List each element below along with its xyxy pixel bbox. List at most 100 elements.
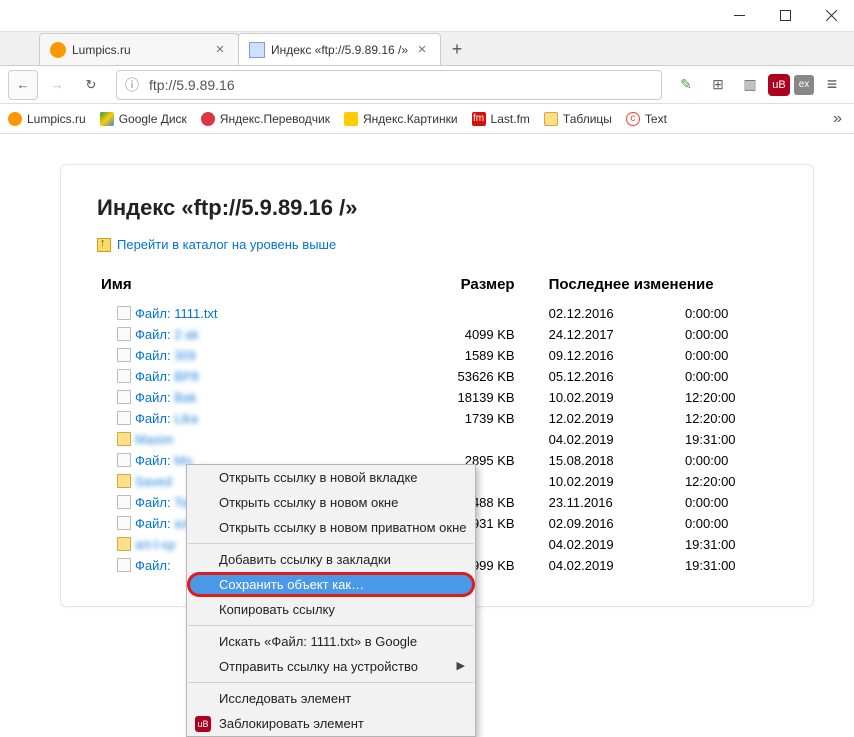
file-icon [117,558,131,572]
forward-button[interactable]: → [42,70,72,100]
file-date: 04.02.2019 [519,555,681,576]
table-row: Файл: 2 ak4099 KB24.12.20170:00:00 [97,324,777,345]
folder-icon [117,537,131,551]
file-size: 1589 KB [423,345,518,366]
file-icon [117,516,131,530]
file-link[interactable]: 1111.txt [174,306,217,321]
up-one-level-link[interactable]: Перейти в каталог на уровень выше [97,237,777,252]
file-time: 0:00:00 [681,450,777,471]
site-info-icon[interactable]: ⓘ [125,75,139,95]
bookmark-lumpics[interactable]: Lumpics.ru [8,112,86,126]
context-menu-item[interactable]: Заблокировать элементuB [187,711,475,736]
file-date: 09.12.2016 [519,345,681,366]
tab-lumpics[interactable]: Lumpics.ru × [39,33,239,65]
file-time: 0:00:00 [681,366,777,387]
file-date: 02.09.2016 [519,513,681,534]
file-size: 53626 KB [423,366,518,387]
url-bar[interactable]: ⓘ [116,70,662,100]
bookmark-label: Last.fm [491,112,530,126]
tab-title: Lumpics.ru [72,43,206,57]
reload-button[interactable]: ↻ [76,70,106,100]
file-link[interactable]: 309 [174,348,196,363]
tab-title: Индекс «ftp://5.9.89.16 /» [271,43,408,57]
bookmark-label: Таблицы [563,112,612,126]
file-label: Файл: [135,558,171,573]
column-size: Размер [423,270,518,303]
extension-icon[interactable]: ex [794,75,814,95]
context-menu-item[interactable]: Сохранить объект как… [187,572,475,597]
file-time: 19:31:00 [681,534,777,555]
ublock-icon: uB [195,716,211,732]
file-link[interactable]: art-l-sp [135,537,175,552]
grid-icon[interactable]: ⊞ [704,71,732,99]
context-menu-item[interactable]: Копировать ссылку [187,597,475,622]
context-menu-item[interactable]: Открыть ссылку в новой вкладке [187,465,475,490]
context-menu-item[interactable]: Искать «Файл: 1111.txt» в Google [187,629,475,654]
file-size: 18139 KB [423,387,518,408]
file-time: 0:00:00 [681,303,777,324]
bookmark-sheets[interactable]: Таблицы [544,112,612,126]
bookmark-lastfm[interactable]: fm Last.fm [472,112,530,126]
bookmark-label: Lumpics.ru [27,112,86,126]
context-menu-item[interactable]: Открыть ссылку в новом окне [187,490,475,515]
menu-button[interactable]: ≡ [818,71,846,99]
file-icon [117,306,131,320]
folder-icon [544,112,558,126]
tab-ftp-index[interactable]: Индекс «ftp://5.9.89.16 /» × [238,33,441,65]
file-link[interactable]: BP8 [174,369,199,384]
tab-favicon-icon [50,42,66,58]
file-link[interactable]: Lika [174,411,198,426]
file-link[interactable]: Saved [135,474,172,489]
bookmark-icon [100,112,114,126]
url-input[interactable] [149,77,653,93]
file-label: Файл: [135,516,174,531]
bookmark-label: Яндекс.Переводчик [220,112,330,126]
table-row: Maxim04.02.201919:31:00 [97,429,777,450]
back-button[interactable]: ← [8,70,38,100]
context-menu-item[interactable]: Открыть ссылку в новом приватном окне [187,515,475,540]
close-window-button[interactable] [808,0,854,32]
folder-icon [117,474,131,488]
window-controls [716,0,854,32]
bookmark-icon: c [626,112,640,126]
page-title: Индекс «ftp://5.9.89.16 /» [97,195,777,221]
maximize-button[interactable] [762,0,808,32]
evernote-icon[interactable]: ✎ [672,71,700,99]
file-time: 0:00:00 [681,492,777,513]
bookmark-icon [8,112,22,126]
library-icon[interactable]: ▥ [736,71,764,99]
file-date: 23.11.2016 [519,492,681,513]
bookmark-ytranslate[interactable]: Яндекс.Переводчик [201,112,330,126]
context-menu-item[interactable]: Добавить ссылку в закладки [187,547,475,572]
file-time: 19:31:00 [681,555,777,576]
context-menu-item[interactable]: Исследовать элемент [187,686,475,711]
minimize-button[interactable] [716,0,762,32]
column-modified: Последнее изменение [519,270,777,303]
file-time: 12:20:00 [681,408,777,429]
file-date: 02.12.2016 [519,303,681,324]
file-time: 19:31:00 [681,429,777,450]
close-tab-icon[interactable]: × [414,42,430,58]
ublock-icon[interactable]: uB [768,74,790,96]
file-link[interactable]: Bak [174,390,196,405]
file-link[interactable]: 2 ak [174,327,199,342]
navigation-toolbar: ← → ↻ ⓘ ✎ ⊞ ▥ uB ex ≡ [0,66,854,104]
bookmark-label: Text [645,112,667,126]
file-date: 12.02.2019 [519,408,681,429]
up-link-label: Перейти в каталог на уровень выше [117,237,336,252]
new-tab-button[interactable]: + [441,33,473,65]
file-link[interactable]: Maxim [135,432,173,447]
file-date: 24.12.2017 [519,324,681,345]
context-menu-item[interactable]: Отправить ссылку на устройство▶ [187,654,475,679]
close-tab-icon[interactable]: × [212,42,228,58]
bookmarks-overflow-button[interactable]: » [829,110,846,128]
bookmark-icon: fm [472,112,486,126]
bookmark-yimages[interactable]: Яндекс.Картинки [344,112,458,126]
file-label: Файл: [135,453,174,468]
file-date: 10.02.2019 [519,387,681,408]
bookmark-text[interactable]: c Text [626,112,667,126]
file-time: 12:20:00 [681,387,777,408]
file-label: Файл: [135,390,174,405]
bookmark-gdrive[interactable]: Google Диск [100,112,187,126]
menu-separator [188,543,474,544]
